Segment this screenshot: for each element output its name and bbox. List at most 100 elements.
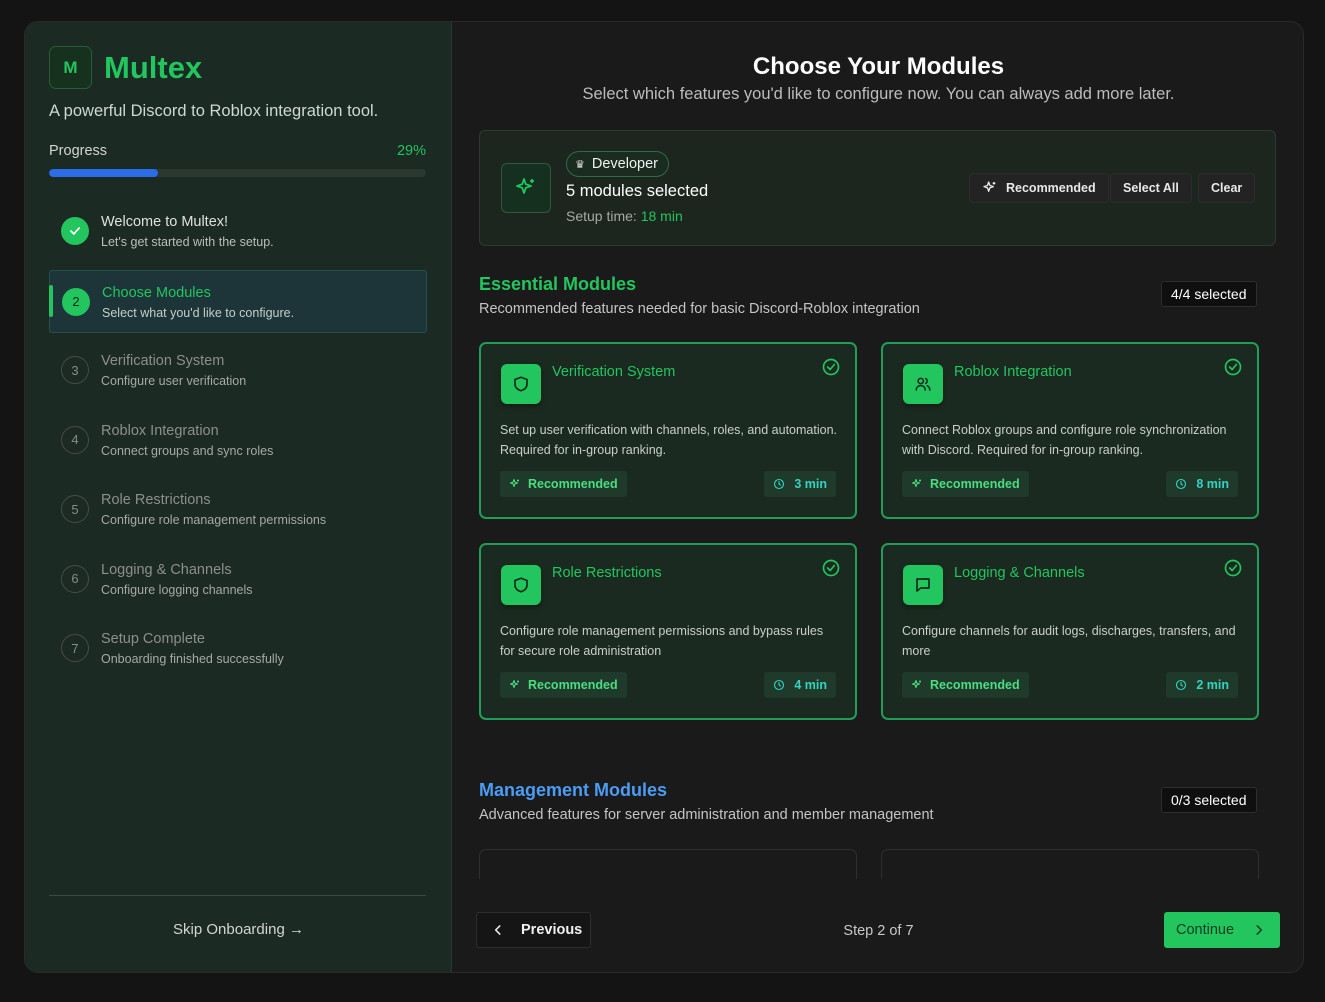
clock-icon (1176, 679, 1187, 691)
progress-label: Progress (49, 143, 108, 159)
module-card[interactable] (881, 849, 1259, 879)
step-title: Role Restrictions (101, 492, 211, 508)
step-number: 5 (61, 495, 89, 523)
module-card-logging-channels[interactable]: Logging & Channels Configure channels fo… (881, 543, 1259, 720)
modules-selected-count: 5 modules selected (566, 182, 709, 200)
clock-icon (774, 679, 785, 691)
crown-icon: ♛ (575, 158, 585, 171)
setup-time-label: Setup time: (566, 208, 637, 224)
section-title-essential: Essential Modules (479, 274, 637, 294)
time-estimate: 4 min (764, 672, 836, 698)
sparkles-icon (509, 478, 519, 488)
recommended-tag: Recommended (902, 471, 1029, 497)
tag-label: Recommended (930, 477, 1020, 491)
step-title: Logging & Channels (101, 561, 232, 578)
recommended-button-label: Recommended (1006, 181, 1096, 195)
progress-fill (49, 169, 159, 177)
tag-label: Recommended (528, 477, 618, 491)
step-title: Choose Modules (102, 284, 211, 301)
main-panel: Choose Your Modules Select which feature… (452, 22, 1303, 972)
clock-icon (774, 478, 785, 490)
step-title: Welcome to Multex! (101, 214, 229, 230)
setup-time-value: 18 min (640, 208, 683, 224)
page-subtitle: Select which features you'd like to conf… (582, 85, 1175, 103)
module-card-verification[interactable]: Verification System Set up user verifica… (479, 342, 857, 519)
tag-label: Recommended (930, 678, 1020, 692)
section-description-essential: Recommended features needed for basic Di… (479, 301, 920, 317)
step-subtitle: Onboarding finished successfully (101, 652, 284, 666)
profile-badge: ♛ Developer (566, 151, 669, 177)
card-title: Logging & Channels (954, 565, 1085, 581)
card-description: Set up user verification with channels, … (500, 423, 837, 457)
progress-bar (49, 169, 426, 177)
check-circle-icon (821, 558, 841, 583)
card-description: Configure channels for audit logs, disch… (902, 624, 1236, 658)
step-subtitle: Configure logging channels (101, 582, 253, 597)
card-description: Configure role management permissions an… (500, 624, 824, 658)
sidebar: M Multex A powerful Discord to Roblox in… (25, 22, 452, 972)
step-subtitle: Configure user verification (101, 374, 247, 388)
selected-count-badge: 0/3 selected (1161, 787, 1257, 813)
progress-percent: 29% (396, 143, 426, 159)
onboarding-window: M Multex A powerful Discord to Roblox in… (24, 21, 1304, 973)
step-subtitle: Configure role management permissions (101, 513, 327, 527)
recommended-tag: Recommended (902, 672, 1029, 698)
module-card-role-restrictions[interactable]: Role Restrictions Configure role managem… (479, 543, 857, 720)
setup-time: Setup time: 18 min (566, 208, 683, 224)
clear-button[interactable]: Clear (1198, 173, 1256, 203)
step-setup-complete[interactable]: 7 Setup Complete Onboarding finished suc… (49, 617, 427, 680)
profile-label: Developer (591, 156, 658, 172)
time-label: 8 min (1196, 477, 1229, 491)
step-number: 7 (61, 634, 89, 662)
step-number: 2 (62, 287, 90, 316)
footer-nav: Previous Step 2 of 7 Continue (452, 890, 1303, 972)
step-number: 3 (61, 356, 89, 384)
step-subtitle: Connect groups and sync roles (101, 443, 274, 458)
section-title-management: Management Modules (479, 780, 668, 800)
check-icon (61, 217, 89, 245)
selected-count-badge: 4/4 selected (1161, 281, 1257, 307)
users-icon (903, 364, 943, 404)
step-number: 6 (61, 564, 89, 593)
card-title: Verification System (552, 364, 676, 380)
skip-onboarding-link[interactable]: Skip Onboarding → (25, 921, 452, 938)
module-card-roblox-integration[interactable]: Roblox Integration Connect Roblox groups… (881, 342, 1259, 519)
check-circle-icon (1223, 357, 1243, 382)
step-subtitle: Let's get started with the setup. (101, 235, 274, 249)
tag-label: Recommended (528, 678, 618, 692)
tagline: A powerful Discord to Roblox integration… (49, 102, 379, 120)
chevron-right-icon (1256, 925, 1263, 935)
step-title: Roblox Integration (101, 422, 219, 439)
step-role-restrictions[interactable]: 5 Role Restrictions Configure role manag… (49, 478, 427, 541)
logo: M (49, 46, 92, 89)
step-title: Setup Complete (101, 631, 205, 647)
time-label: 3 min (794, 477, 827, 491)
message-icon (903, 565, 943, 605)
continue-button-label: Continue (1176, 922, 1235, 938)
time-label: 4 min (794, 678, 827, 692)
card-title: Roblox Integration (954, 364, 1072, 380)
sparkles-icon (911, 679, 921, 689)
module-card[interactable] (479, 849, 857, 879)
card-description: Connect Roblox groups and configure role… (902, 423, 1227, 457)
selection-summary: ♛ Developer 5 modules selected Setup tim… (479, 130, 1276, 246)
step-welcome[interactable]: Welcome to Multex! Let's get started wit… (49, 200, 427, 263)
step-title: Verification System (101, 353, 225, 369)
brand-name: Multex (104, 49, 203, 85)
step-roblox-integration[interactable]: 4 Roblox Integration Connect groups and … (49, 409, 427, 472)
recommended-button[interactable]: Recommended (969, 173, 1109, 203)
shield-icon (501, 565, 541, 605)
select-all-button[interactable]: Select All (1110, 173, 1192, 203)
continue-button[interactable]: Continue (1164, 912, 1280, 948)
step-choose-modules[interactable]: 2 Choose Modules Select what you'd like … (49, 269, 427, 333)
clock-icon (1176, 478, 1187, 490)
page-title: Choose Your Modules (752, 53, 1005, 80)
shield-icon (501, 364, 541, 404)
time-estimate: 2 min (1166, 672, 1238, 698)
time-estimate: 3 min (764, 471, 836, 497)
step-verification-system[interactable]: 3 Verification System Configure user ver… (49, 339, 427, 402)
recommended-tag: Recommended (500, 672, 627, 698)
recommended-tag: Recommended (500, 471, 627, 497)
step-logging-channels[interactable]: 6 Logging & Channels Configure logging c… (49, 548, 427, 611)
divider (49, 895, 426, 896)
